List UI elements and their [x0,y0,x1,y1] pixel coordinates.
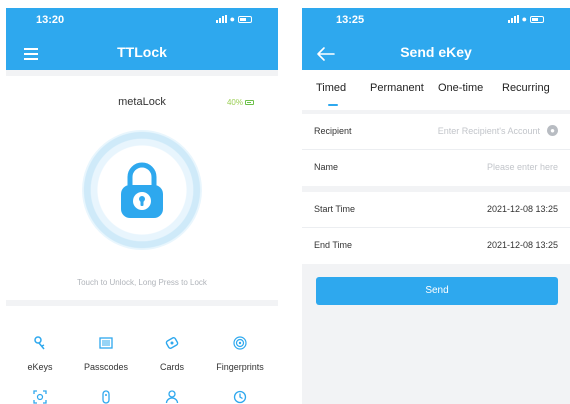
status-time: 13:20 [36,14,65,26]
fingerprint-icon [233,336,247,350]
unlock-button[interactable] [82,130,202,250]
status-bar: 13:20 ● [6,14,278,28]
wifi-icon: ● [521,14,527,24]
face-icon [33,390,47,404]
menu-passcodes-label: Passcodes [83,362,129,372]
name-label: Name [314,162,339,172]
signal-icon [507,15,519,23]
menu-fingerprints-label: Fingerprints [216,362,264,372]
tab-timed[interactable]: Timed [316,82,346,94]
user-icon [165,390,179,404]
menu-cards-label: Cards [159,362,184,372]
lock-battery-icon [245,100,254,105]
recipient-row: Recipient Enter Recipient's Account ● [302,114,570,150]
name-input[interactable]: Please enter here [487,162,558,172]
status-icons: ● [507,14,544,24]
start-time-row[interactable]: Start Time 2021-12-08 13:25 [302,192,570,228]
feature-grid: eKeys Passcodes Cards Fingerprints [6,306,278,404]
unlock-hint: Touch to Unlock, Long Press to Lock [77,278,207,287]
lock-card: metaLock 40% Touch to Unlock, Long Press… [6,76,278,300]
history-icon [233,390,247,404]
send-button[interactable]: Send [316,277,558,305]
app-header: 13:20 ● TTLock [6,8,278,70]
menu-history[interactable] [208,390,272,404]
status-bar: 13:25 ● [302,14,570,28]
start-time-value: 2021-12-08 13:25 [486,204,558,214]
menu-remote[interactable] [74,390,138,404]
passcode-icon [99,337,113,349]
padlock-icon [121,162,163,218]
lock-battery: 40% [227,98,254,107]
app-header: 13:25 ● Send eKey [302,8,570,70]
menu-face[interactable] [8,390,72,404]
battery-icon [238,15,252,23]
menu-cards[interactable]: Cards [140,336,204,372]
phone-screen-send-ekey: 13:25 ● Send eKey Timed Permanent One-ti… [302,8,570,404]
card-icon [165,337,179,349]
recipient-group: Recipient Enter Recipient's Account ● Na… [302,114,570,186]
menu-users[interactable] [140,390,204,404]
contacts-icon[interactable]: ● [547,125,558,136]
key-icon [34,336,45,350]
tab-permanent[interactable]: Permanent [370,82,424,94]
battery-icon [530,15,544,23]
time-group: Start Time 2021-12-08 13:25 End Time 202… [302,192,570,264]
name-row: Name Please enter here [302,150,570,186]
menu-ekeys-label: eKeys [27,362,53,372]
menu-fingerprints[interactable]: Fingerprints [208,336,272,372]
recipient-input[interactable]: Enter Recipient's Account [438,126,540,136]
end-time-row[interactable]: End Time 2021-12-08 13:25 [302,228,570,264]
recipient-label: Recipient [314,126,352,136]
tab-one-time[interactable]: One-time [438,82,483,94]
wifi-icon: ● [229,14,235,24]
page-title: Send eKey [400,44,472,60]
end-time-label: End Time [314,240,353,250]
status-time: 13:25 [336,14,365,26]
start-time-label: Start Time [314,204,356,214]
status-icons: ● [215,14,252,24]
ekey-type-tabs: Timed Permanent One-time Recurring [302,70,570,110]
menu-ekeys[interactable]: eKeys [8,336,72,372]
remote-icon [102,390,110,404]
tab-recurring[interactable]: Recurring [502,82,550,94]
signal-icon [215,15,227,23]
phone-screen-ttlock: 13:20 ● TTLock metaLock 40% Touch to Unl… [6,8,278,404]
menu-passcodes[interactable]: Passcodes [74,336,138,372]
lock-battery-level: 40% [226,98,243,107]
page-title: TTLock [117,44,167,60]
active-tab-indicator [328,104,338,106]
end-time-value: 2021-12-08 13:25 [486,240,558,250]
